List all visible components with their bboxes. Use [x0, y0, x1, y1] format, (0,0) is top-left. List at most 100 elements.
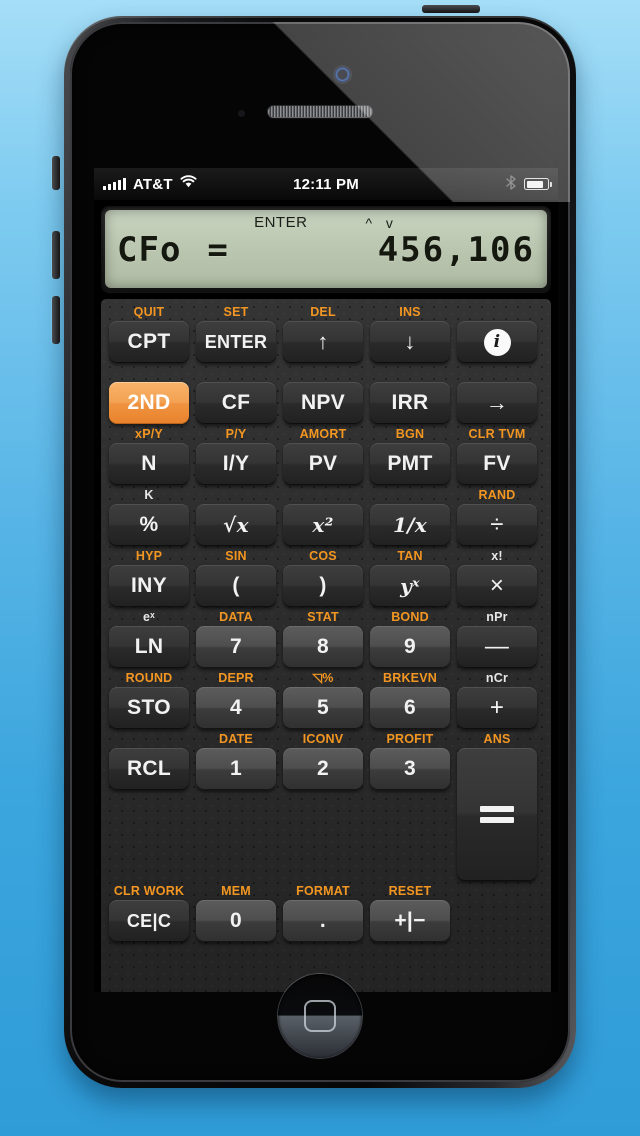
- key-cell: BGN PMT: [370, 425, 450, 485]
- key-cell: x²: [283, 486, 363, 546]
- key-n[interactable]: N: [109, 443, 189, 485]
- key-8[interactable]: 8: [283, 626, 363, 668]
- key-1[interactable]: 1: [196, 748, 276, 790]
- second-function-label-stat: STAT: [307, 610, 339, 624]
- key-[interactable]: .: [283, 900, 363, 942]
- earpiece-speaker-icon: [268, 106, 372, 117]
- second-function-label-empty: [457, 303, 537, 321]
- key-cell: PROFIT 3: [370, 730, 450, 881]
- key-5[interactable]: 5: [283, 687, 363, 729]
- display-indicators: ENTER ^ v: [105, 210, 547, 231]
- key-7[interactable]: 7: [196, 626, 276, 668]
- key-cell: CLR WORK CE|C: [109, 882, 189, 942]
- key-0[interactable]: 0: [196, 900, 276, 942]
- bluetooth-icon: [506, 174, 516, 194]
- plus-icon[interactable]: +: [457, 687, 537, 729]
- square-root-icon[interactable]: √x: [196, 504, 276, 546]
- key-[interactable]: (: [196, 565, 276, 607]
- second-function-label-empty: [109, 364, 189, 382]
- key-cell: DEPR 4: [196, 669, 276, 729]
- key-cf[interactable]: CF: [196, 382, 276, 424]
- display-value: 456,106: [377, 230, 535, 270]
- reciprocal-icon[interactable]: 1/x: [370, 504, 450, 546]
- key-enter[interactable]: ENTER: [196, 321, 276, 363]
- minus-icon[interactable]: —: [457, 626, 537, 668]
- key-cell: RCL: [109, 730, 189, 881]
- arrow-down-icon[interactable]: ↓: [370, 321, 450, 363]
- key-pv[interactable]: PV: [283, 443, 363, 485]
- lcd-bezel: ENTER ^ v CFo = 456,106: [101, 206, 551, 292]
- volume-up-button[interactable]: [52, 231, 60, 279]
- second-function-label-x-: x!: [491, 549, 503, 563]
- multiply-icon[interactable]: ×: [457, 565, 537, 607]
- key-4[interactable]: 4: [196, 687, 276, 729]
- calculator-display: ENTER ^ v CFo = 456,106: [105, 210, 547, 288]
- key-cell: ROUND STO: [109, 669, 189, 729]
- indicator-updown: ^ v: [365, 214, 398, 231]
- keypad-row: xP/Y N P/Y I/Y AMORT PV BGN PMT CLR TVM FV: [109, 425, 543, 485]
- keypad-row: 2ND CF NPV IRR →: [109, 364, 543, 424]
- battery-icon: [524, 178, 552, 190]
- key-3[interactable]: 3: [370, 748, 450, 790]
- key-i-y[interactable]: I/Y: [196, 443, 276, 485]
- key-2[interactable]: 2: [283, 748, 363, 790]
- key-6[interactable]: 6: [370, 687, 450, 729]
- key-cell: DEL ↑: [283, 303, 363, 363]
- key-cpt[interactable]: CPT: [109, 321, 189, 363]
- key-cell: x! ×: [457, 547, 537, 607]
- arrow-right-icon[interactable]: →: [457, 382, 537, 424]
- key-rcl[interactable]: RCL: [109, 748, 189, 790]
- second-function-label-empty: [283, 364, 363, 382]
- home-square-icon: [304, 1000, 336, 1032]
- key-cell: DATA 7: [196, 608, 276, 668]
- key-cell: →: [457, 364, 537, 424]
- key-9[interactable]: 9: [370, 626, 450, 668]
- second-function-label-ins: INS: [399, 305, 421, 319]
- second-function-label-brkevn: BRKEVN: [383, 671, 437, 685]
- key-irr[interactable]: IRR: [370, 382, 450, 424]
- key-cell: TAN yˣ: [370, 547, 450, 607]
- key-pmt[interactable]: PMT: [370, 443, 450, 485]
- second-function-label-mem: MEM: [221, 884, 251, 898]
- key-cell: BRKEVN 6: [370, 669, 450, 729]
- key-cell: SIN (: [196, 547, 276, 607]
- x-squared-icon[interactable]: x²: [283, 504, 363, 546]
- home-button[interactable]: [278, 974, 362, 1058]
- key-[interactable]: %: [109, 504, 189, 546]
- key-ce-c[interactable]: CE|C: [109, 900, 189, 942]
- key-[interactable]: ): [283, 565, 363, 607]
- info-icon[interactable]: i: [457, 321, 537, 363]
- second-function-label-empty: [109, 730, 189, 748]
- phone-screen: AT&T 12:11 PM ENTER ^ v CFo = 456,106 QU…: [94, 168, 558, 992]
- power-icon[interactable]: yˣ: [370, 565, 450, 607]
- key-fv[interactable]: FV: [457, 443, 537, 485]
- iphone-device: AT&T 12:11 PM ENTER ^ v CFo = 456,106 QU…: [52, 5, 576, 1088]
- key-2nd[interactable]: 2ND: [109, 382, 189, 424]
- second-function-label-empty: [196, 486, 276, 504]
- key-npv[interactable]: NPV: [283, 382, 363, 424]
- key-cell: ANS: [457, 730, 537, 881]
- equals-icon[interactable]: [457, 748, 537, 881]
- second-function-label--: ◹%: [312, 671, 334, 685]
- key-ln[interactable]: LN: [109, 626, 189, 668]
- key-iny[interactable]: INY: [109, 565, 189, 607]
- key-cell: i: [457, 303, 537, 363]
- key-sto[interactable]: STO: [109, 687, 189, 729]
- keypad-row: ROUND STO DEPR 4 ◹% 5 BRKEVN 6 nCr +: [109, 669, 543, 729]
- volume-down-button[interactable]: [52, 296, 60, 344]
- silent-switch[interactable]: [52, 156, 60, 190]
- arrow-up-icon[interactable]: ↑: [283, 321, 363, 363]
- second-function-label-ncr: nCr: [485, 671, 509, 685]
- second-function-label-tan: TAN: [397, 549, 423, 563]
- power-button[interactable]: [422, 5, 480, 13]
- second-function-label-date: DATE: [219, 732, 253, 746]
- key--[interactable]: +|−: [370, 900, 450, 942]
- second-function-label-quit: QUIT: [133, 305, 165, 319]
- keypad-row: eˣ LN DATA 7 STAT 8 BOND 9 nPr —: [109, 608, 543, 668]
- second-function-label-empty: [370, 486, 450, 504]
- divide-icon[interactable]: ÷: [457, 504, 537, 546]
- key-cell: IRR: [370, 364, 450, 424]
- key-cell: xP/Y N: [109, 425, 189, 485]
- key-cell: AMORT PV: [283, 425, 363, 485]
- key-cell: INS ↓: [370, 303, 450, 363]
